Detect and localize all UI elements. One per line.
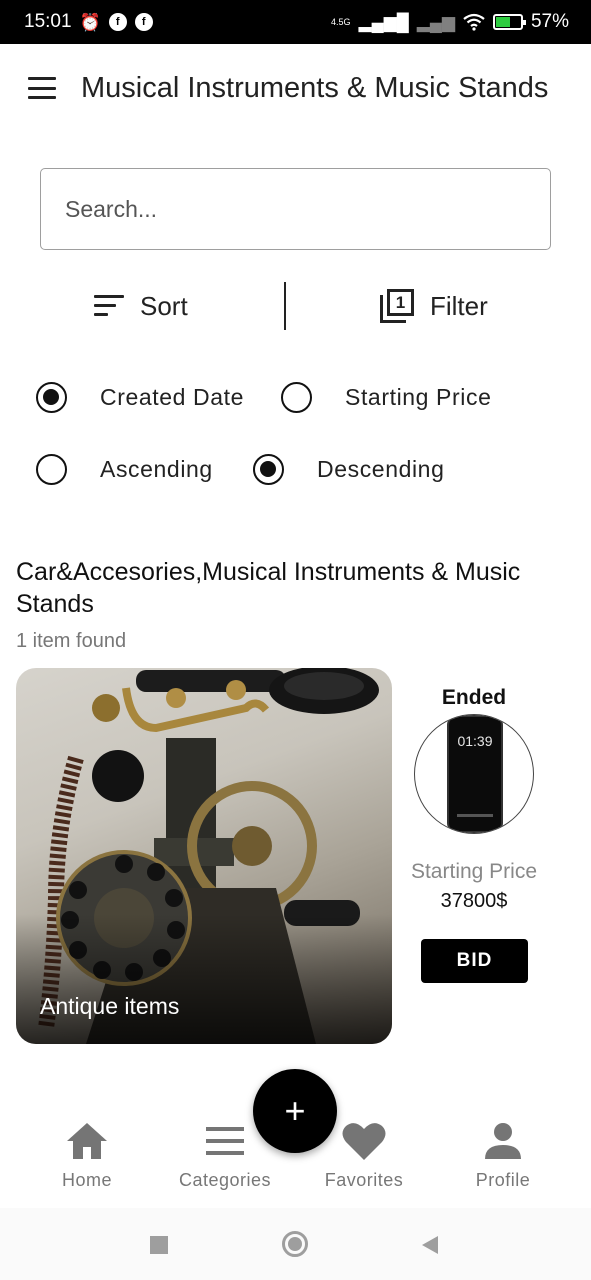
filter-count: 1 xyxy=(387,289,414,316)
system-navigation-bar xyxy=(0,1208,591,1280)
divider xyxy=(284,282,286,330)
add-item-button[interactable]: + xyxy=(253,1069,337,1153)
filter-label: Filter xyxy=(430,290,488,321)
status-bar-left: 15:01 ⏰ f f xyxy=(24,11,153,33)
heart-icon xyxy=(341,1118,387,1164)
results-count: 1 item found xyxy=(16,630,127,652)
filter-button[interactable]: 1 Filter xyxy=(380,282,488,330)
radio-ascending[interactable]: Ascending xyxy=(36,454,213,485)
radio-button[interactable] xyxy=(281,382,312,413)
radio-label: Ascending xyxy=(100,456,213,482)
results-category-title: Car&Accesories,Musical Instruments & Mus… xyxy=(16,558,521,618)
auction-status: Ended xyxy=(441,686,507,709)
starting-price-value: 37800$ xyxy=(440,890,508,912)
radio-label: Starting Price xyxy=(345,384,492,410)
item-card[interactable]: Antique items xyxy=(16,668,392,1044)
radio-starting-price[interactable]: Starting Price xyxy=(281,382,491,413)
radio-descending[interactable]: Descending xyxy=(253,454,444,485)
radio-created-date[interactable]: Created Date xyxy=(36,382,244,413)
recents-icon[interactable] xyxy=(150,1236,168,1254)
nav-label: Categories xyxy=(178,1170,272,1190)
search-input[interactable] xyxy=(40,168,551,250)
radio-button-selected[interactable] xyxy=(36,382,67,413)
sort-icon xyxy=(94,295,124,317)
nav-label: Profile xyxy=(475,1170,531,1190)
sort-label: Sort xyxy=(140,290,188,321)
battery-level xyxy=(495,17,510,27)
notification-app-icon-2: f xyxy=(134,13,153,31)
card-gradient xyxy=(16,914,392,1044)
signal-icon: ▂▄▆█ xyxy=(358,12,409,32)
radio-label: Created Date xyxy=(100,384,244,410)
list-icon xyxy=(204,1118,246,1164)
item-thumbnail[interactable]: 01:39 xyxy=(414,714,534,834)
thumbnail-time: 01:39 xyxy=(457,733,493,749)
alarm-off-icon: ⏰ xyxy=(79,12,101,32)
status-time: 15:01 xyxy=(24,11,72,32)
app-bar: Musical Instruments & Music Stands xyxy=(0,44,591,132)
wifi-icon xyxy=(463,13,485,31)
radio-button[interactable] xyxy=(36,454,67,485)
nav-label: Favorites xyxy=(324,1170,404,1190)
radio-label: Descending xyxy=(317,456,445,482)
radio-button-selected[interactable] xyxy=(253,454,284,485)
page-title: Musical Instruments & Music Stands xyxy=(81,71,549,104)
status-bar: 15:01 ⏰ f f 4.5G ▂▄▆█ ▂▄▆ 57% xyxy=(0,0,591,44)
sort-button[interactable]: Sort xyxy=(94,282,188,330)
item-title: Antique items xyxy=(40,993,180,1019)
notification-app-icon: f xyxy=(108,13,127,31)
bid-button[interactable]: BID xyxy=(421,939,528,983)
filter-count-icon: 1 xyxy=(380,289,414,323)
starting-price-label: Starting Price xyxy=(410,860,538,883)
battery-percent: 57% xyxy=(530,11,569,32)
sort-filter-bar: Sort 1 Filter xyxy=(0,282,591,330)
menu-icon[interactable] xyxy=(28,77,56,99)
status-bar-right: 4.5G ▂▄▆█ ▂▄▆ 57% xyxy=(331,11,569,33)
nav-label: Home xyxy=(61,1170,112,1190)
signal-off-icon: ▂▄▆ xyxy=(416,12,455,32)
person-icon xyxy=(483,1118,523,1164)
battery-icon xyxy=(492,14,526,30)
network-type: 4.5G xyxy=(331,17,351,27)
back-icon[interactable] xyxy=(420,1234,440,1256)
nav-profile[interactable]: Profile xyxy=(438,1118,568,1208)
nav-home[interactable]: Home xyxy=(22,1118,152,1208)
home-icon xyxy=(65,1118,109,1164)
phone-image: 01:39 xyxy=(447,715,503,833)
home-system-icon[interactable] xyxy=(282,1231,308,1257)
